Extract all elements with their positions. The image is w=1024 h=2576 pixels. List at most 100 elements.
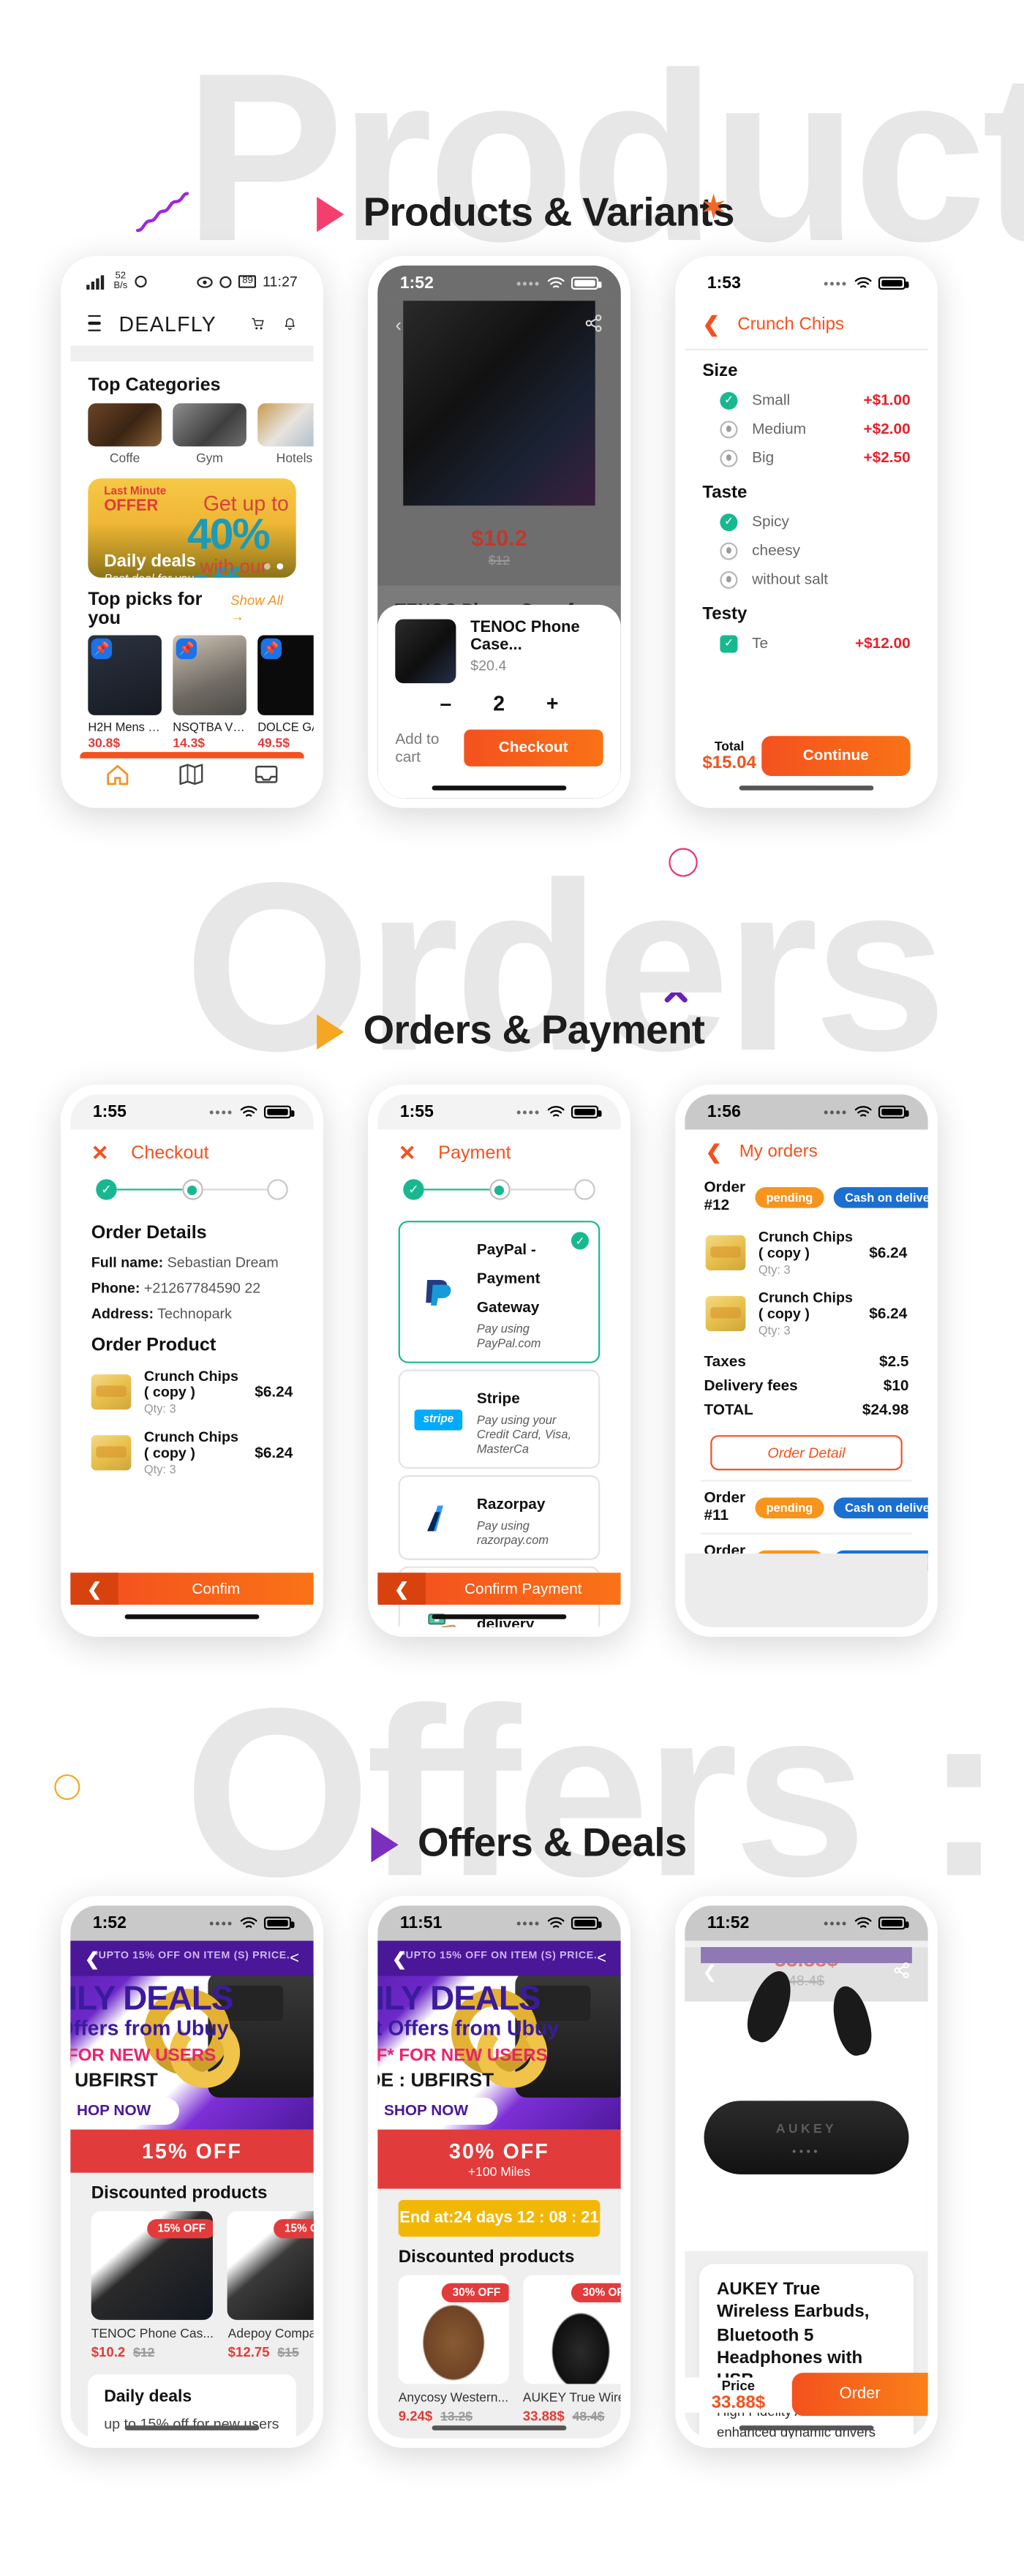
pin-icon[interactable]: 📌: [91, 639, 113, 660]
product-hero: ‹ $10.2 $12: [377, 301, 621, 586]
pin-icon[interactable]: 📌: [260, 639, 282, 660]
category-item[interactable]: Coffe: [88, 403, 162, 466]
order-detail-button[interactable]: Order Detail: [710, 1435, 903, 1471]
discount-card[interactable]: 15% OFF Adepoy Compatib... $12.75$15: [227, 2211, 314, 2360]
back-icon[interactable]: ❮: [702, 312, 720, 338]
confirm-payment-button[interactable]: Confirm Payment: [426, 1580, 621, 1597]
discounted-products-list[interactable]: 15% OFF TENOC Phone Cas... $10.2 $12 15% …: [70, 2211, 314, 2360]
option-label: cheesy: [752, 541, 800, 560]
bottom-nav[interactable]: [80, 758, 304, 789]
continue-button[interactable]: Continue: [761, 736, 911, 776]
category-list[interactable]: Coffe Gym Hotels Rest: [70, 403, 314, 466]
order-row-open[interactable]: Order #12 pending Cash on delivery ▲: [685, 1171, 928, 1222]
shop-now-button[interactable]: HOP NOW: [70, 2097, 180, 2125]
carousel-dots[interactable]: [263, 563, 284, 570]
pin-icon[interactable]: 📌: [176, 639, 197, 660]
order-row[interactable]: Order #11 pending Cash on delivery ▼: [685, 1482, 928, 1533]
promo-banner[interactable]: Last MinuteOFFER Get up to 40% off with …: [88, 478, 296, 579]
variant-option[interactable]: ✓ Spicy: [685, 507, 928, 535]
category-item[interactable]: Gym: [173, 403, 246, 466]
confirm-button[interactable]: Confim: [118, 1580, 314, 1597]
signal-dots-icon: ••••: [209, 1104, 234, 1120]
back-icon[interactable]: ❮: [85, 1948, 99, 1970]
decrement-button[interactable]: –: [440, 691, 451, 715]
back-icon[interactable]: ❮: [392, 1948, 407, 1970]
share-icon[interactable]: <: [597, 1951, 606, 1968]
category-image-gym: [173, 403, 246, 447]
product-card[interactable]: 📌 DOLCE GA 49.5$: [257, 635, 314, 750]
payment-stepper: ✓: [377, 1170, 621, 1214]
quantity-stepper[interactable]: – 2 +: [395, 691, 603, 715]
discounted-products-list[interactable]: 30% OFF Anycosy Western... 9.24$ 13.2$ 30…: [377, 2275, 621, 2424]
discount-card[interactable]: 30% OFF Anycosy Western... 9.24$ 13.2$: [398, 2275, 509, 2424]
payment-method-stripe[interactable]: stripe Stripe Pay using your Credit Card…: [398, 1369, 601, 1469]
product-list[interactable]: 📌 H2H Mens Cas... 30.8$ 📌 NSQTBA V Ne...…: [70, 635, 314, 750]
top-picks-title: Top picks for you: [88, 590, 203, 630]
quantity-value: 2: [493, 691, 505, 715]
search-bar-stub[interactable]: [70, 346, 314, 362]
step-pending-icon: [574, 1179, 595, 1200]
variant-option[interactable]: ✓ Te +$12.00: [685, 629, 928, 658]
map-icon[interactable]: [180, 763, 204, 786]
banner-code: E : UBFIRST: [70, 2068, 158, 2092]
banner-title: AILY DEALS: [70, 1981, 233, 2018]
banner-subtitle: est Offers from Ubuy: [377, 2016, 560, 2041]
cart-item-name: TENOC Phone Case...: [470, 619, 580, 655]
option-price: +$12.00: [854, 634, 911, 652]
product-card[interactable]: 📌 NSQTBA V Ne... 14.3$: [173, 635, 246, 750]
banner-code: ODE : UBFIRST: [377, 2068, 494, 2092]
clock: 11:51: [399, 1913, 443, 1933]
bell-icon[interactable]: [282, 312, 295, 336]
share-icon[interactable]: [584, 314, 603, 333]
hamburger-icon[interactable]: [88, 310, 102, 336]
variant-option[interactable]: ✓ Small +$1.00: [685, 385, 928, 414]
order-product-title: Order Product: [91, 1336, 217, 1355]
back-icon[interactable]: ❮: [706, 1141, 722, 1164]
order-item: Crunch Chips ( copy ) Qty: 3 $6.24: [685, 1222, 928, 1283]
option-price: +$2.50: [863, 448, 911, 467]
offer-banner[interactable]: *UPTO 15% OFF ON ITEM (S) PRICE. ❮ < AIL…: [377, 1940, 621, 2130]
product-old-price: $12: [488, 553, 511, 568]
back-icon[interactable]: ‹: [395, 314, 402, 336]
status-icons: ••••: [824, 1104, 909, 1119]
share-icon[interactable]: <: [290, 1951, 299, 1968]
home-indicator: [739, 2425, 874, 2430]
promo-badge: Last Minute OFFER: [104, 486, 167, 515]
item-thumbnail: [91, 1435, 132, 1471]
promo-title: Daily deals: [104, 552, 196, 572]
back-button[interactable]: ❮: [70, 1573, 118, 1605]
close-icon[interactable]: ✕: [399, 1142, 416, 1163]
home-icon[interactable]: [105, 763, 129, 786]
variant-option[interactable]: Big +$2.50: [685, 443, 928, 472]
section-label-products: Products & Variants: [317, 190, 734, 236]
offer-banner[interactable]: *UPTO 15% OFF ON ITEM (S) PRICE. ❮ < AIL…: [70, 1940, 314, 2130]
payment-method-paypal[interactable]: PayPal - Payment Gateway Pay using PayPa…: [398, 1221, 601, 1363]
checkout-button[interactable]: Checkout: [463, 729, 603, 767]
total-block: Total $15.04: [702, 739, 756, 773]
shop-now-button[interactable]: SHOP NOW: [377, 2097, 497, 2125]
payment-method-razorpay[interactable]: Razorpay Pay using razorpay.com: [398, 1475, 601, 1560]
method-sub: Pay using PayPal.com: [476, 1321, 541, 1351]
category-item[interactable]: Hotels: [257, 403, 314, 466]
back-icon[interactable]: ❮: [702, 1962, 717, 1982]
variant-option[interactable]: without salt: [685, 565, 928, 593]
share-icon[interactable]: [893, 1962, 911, 1979]
variant-option[interactable]: cheesy: [685, 536, 928, 565]
increment-button[interactable]: +: [546, 691, 559, 715]
show-all-link[interactable]: Show All →: [230, 592, 296, 625]
signal-icon: [86, 274, 105, 289]
add-to-cart-button[interactable]: Add to cart: [395, 731, 463, 766]
price-label: Price: [721, 2376, 756, 2393]
discount-tag: 15% OFF: [273, 2219, 314, 2239]
discount-card[interactable]: 15% OFF TENOC Phone Cas... $10.2 $12: [91, 2211, 214, 2360]
discount-card[interactable]: 30% OFF AUKEY True Wirel... 33.88$48.4$: [522, 2275, 621, 2424]
order-delivery: Delivery fees $10: [704, 1377, 909, 1396]
inbox-icon[interactable]: [255, 763, 279, 786]
product-card[interactable]: 📌 H2H Mens Cas... 30.8$: [88, 635, 162, 750]
close-icon[interactable]: ✕: [91, 1142, 109, 1163]
variant-option[interactable]: Medium +$2.00: [685, 415, 928, 443]
order-button[interactable]: Order: [791, 2373, 928, 2417]
cart-icon[interactable]: [252, 312, 265, 336]
method-name: Stripe: [476, 1390, 520, 1408]
back-button[interactable]: ❮: [377, 1573, 426, 1605]
